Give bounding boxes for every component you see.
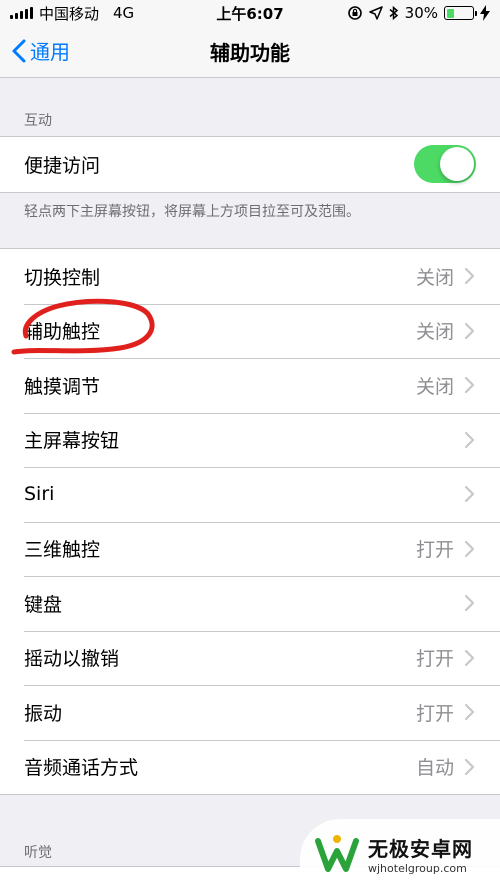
row-label: 音频通话方式 [24,757,139,780]
row-value: 打开 [415,702,454,725]
reachability-label: 便捷访问 [24,154,101,177]
row-label: Siri [24,483,55,506]
back-label: 通用 [30,40,70,64]
toggle-knob [440,147,474,182]
row-value: 关闭 [415,266,454,289]
chevron-right-icon [464,649,475,666]
row-label: 键盘 [24,593,63,616]
row-value: 关闭 [415,321,454,344]
section-header-interaction: 互动 [24,113,52,129]
rotation-lock-icon [347,6,362,20]
chevron-right-icon [464,595,475,612]
navigation-bar: 通用 辅助功能 [0,26,500,78]
row-label: 切换控制 [24,266,101,289]
chevron-right-icon [464,704,475,721]
reachability-footer: 轻点两下主屏幕按钮，将屏幕上方项目拉至可及范围。 [24,204,360,220]
row-label: 辅助触控 [24,321,101,344]
page-title: 辅助功能 [210,41,290,65]
row-value: 打开 [415,648,454,671]
status-left: 中国移动 4G [10,3,180,24]
group-interaction: 便捷访问 [0,136,500,193]
bluetooth-icon [389,5,398,21]
chevron-right-icon [464,758,475,775]
status-right: 30% [320,4,490,22]
settings-row-3d-touch[interactable]: 三维触控 打开 [0,521,500,577]
status-time: 上午6:07 [216,4,284,23]
row-label: 振动 [24,702,63,725]
watermark-text: 无极安卓网 wjhotelgroup.com [368,833,473,875]
settings-row-keyboard[interactable]: 键盘 [0,576,500,631]
chevron-right-icon [464,322,475,339]
settings-row-shake-to-undo[interactable]: 摇动以撤销 打开 [0,630,500,686]
status-bar: 中国移动 4G 上午6:07 30% [0,0,500,26]
settings-row-siri[interactable]: Siri [0,467,500,522]
reachability-row: 便捷访问 [0,137,500,192]
row-label: 主屏幕按钮 [24,430,120,453]
chevron-left-icon [12,39,26,62]
row-value: 关闭 [415,375,454,398]
watermark-title: 无极安卓网 [368,837,473,861]
chevron-right-icon [464,431,475,448]
settings-row-home-button[interactable]: 主屏幕按钮 [0,412,500,468]
reachability-toggle[interactable] [414,145,476,184]
settings-row-touch-accommodations[interactable]: 触摸调节 关闭 [0,358,500,413]
carrier-label: 中国移动 [39,4,100,23]
row-value: 自动 [415,757,454,780]
back-button[interactable]: 通用 [12,36,70,65]
chevron-right-icon [464,486,475,503]
row-label: 摇动以撤销 [24,648,120,671]
chevron-right-icon [464,268,475,285]
chevron-right-icon [464,377,475,394]
settings-row-call-audio-routing[interactable]: 音频通话方式 自动 [0,739,500,795]
signal-icon [10,7,33,19]
logo-icon [315,835,359,872]
battery-percent: 30% [404,4,438,22]
settings-row-vibration[interactable]: 振动 打开 [0,685,500,740]
section-header-hearing: 听觉 [24,845,52,861]
battery-icon [444,6,477,20]
row-label: 触摸调节 [24,375,101,398]
location-icon [368,6,383,20]
watermark: 无极安卓网 wjhotelgroup.com [300,819,500,889]
group-settings: 切换控制 关闭 辅助触控 关闭 触摸调节 关闭 主屏幕按钮 Siri 三维触控 … [0,248,500,795]
network-label: 4G [113,4,135,22]
settings-row-switch-control[interactable]: 切换控制 关闭 [0,249,500,304]
watermark-url: wjhotelgroup.com [368,862,467,875]
chevron-right-icon [464,540,475,557]
row-value: 打开 [415,539,454,562]
settings-row-assistive-touch[interactable]: 辅助触控 关闭 [0,303,500,359]
row-label: 三维触控 [24,539,101,562]
charging-icon [480,5,490,21]
